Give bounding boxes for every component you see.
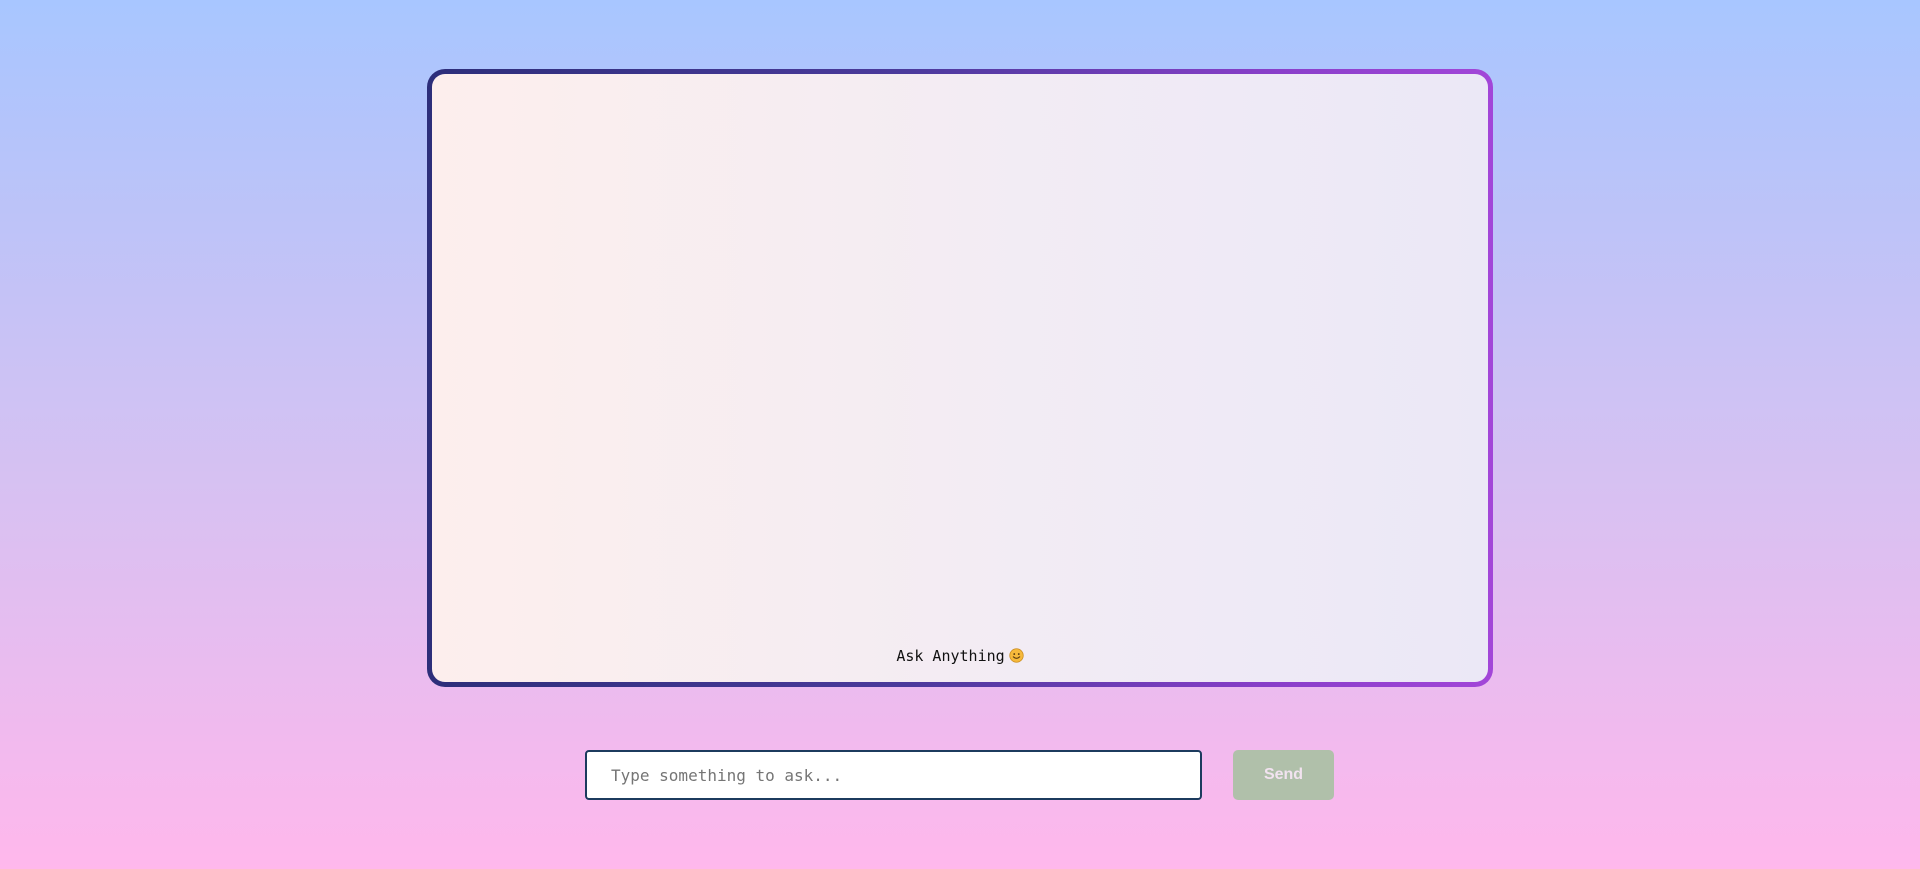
chat-window: Ask Anything — [427, 69, 1493, 687]
welcome-text: Ask Anything — [896, 647, 1005, 665]
welcome-message: Ask Anything — [432, 647, 1488, 665]
chat-messages-area: Ask Anything — [432, 74, 1488, 682]
question-input[interactable] — [585, 750, 1202, 800]
message-composer: Send — [585, 750, 1334, 800]
smiley-face-icon — [1009, 648, 1024, 663]
send-button[interactable]: Send — [1233, 750, 1334, 800]
